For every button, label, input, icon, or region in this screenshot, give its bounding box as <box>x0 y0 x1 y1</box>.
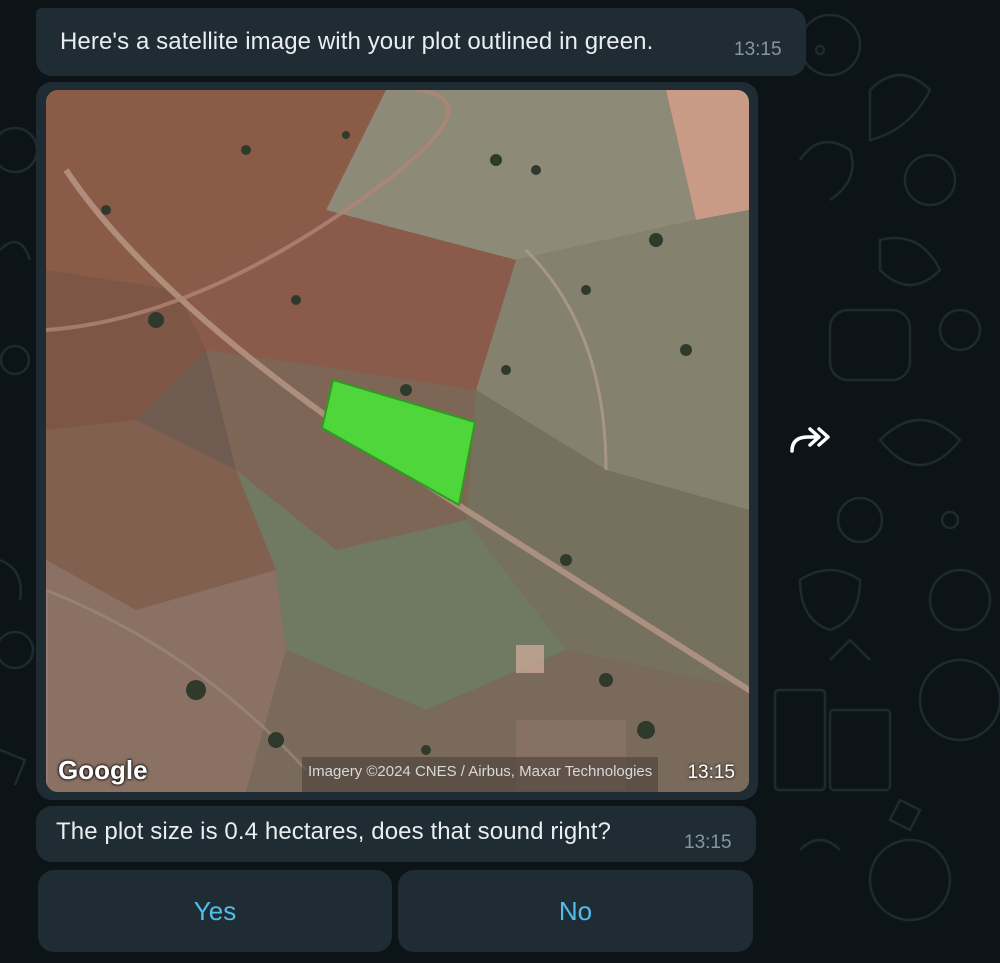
image-message-bubble[interactable]: Google Imagery ©2024 CNES / Airbus, Maxa… <box>36 82 758 800</box>
message-bubble-intro: Here's a satellite image with your plot … <box>36 8 806 76</box>
yes-reply-button[interactable]: Yes <box>38 870 392 952</box>
message-timestamp: 13:15 <box>684 832 732 853</box>
message-bubble-question: The plot size is 0.4 hectares, does that… <box>36 806 756 862</box>
satellite-map-graphic <box>46 90 749 792</box>
forward-button[interactable] <box>786 420 834 460</box>
image-timestamp: 13:15 <box>687 762 735 783</box>
satellite-image[interactable]: Google Imagery ©2024 CNES / Airbus, Maxa… <box>46 90 749 792</box>
forward-icon <box>790 427 830 453</box>
message-timestamp: 13:15 <box>734 39 782 60</box>
message-text: The plot size is 0.4 hectares, does that… <box>56 818 611 845</box>
imagery-attribution: Imagery ©2024 CNES / Airbus, Maxar Techn… <box>302 757 659 792</box>
message-text: Here's a satellite image with your plot … <box>60 28 654 55</box>
google-logo: Google <box>58 755 148 785</box>
no-reply-button[interactable]: No <box>398 870 753 952</box>
